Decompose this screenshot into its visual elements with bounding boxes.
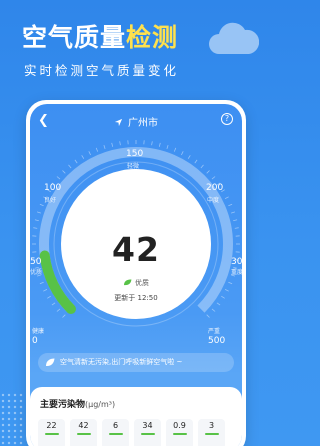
scale-label: 严重 [208,328,221,335]
pollutant-level-bar [76,433,91,435]
gauge-tick [56,176,61,180]
aqi-level-label: 优质 [135,279,149,287]
scale-value: 500 [208,336,226,346]
gauge-tick [206,314,210,318]
app-screen: ❮ 广州市 ? 0健康50优质100良好150轻微200中度300重度500严重… [30,104,242,446]
gauge-tick [234,227,239,229]
pollutant-card[interactable]: 34 [134,419,161,446]
gauge-tick [173,147,177,152]
pollutant-value: 34 [142,421,153,430]
pollutant-value: 0.9 [173,421,186,430]
pollutant-level-bar [140,433,155,435]
pollutant-card[interactable]: 22 [38,419,65,446]
gauge-tick [74,159,78,164]
leaf-icon [124,279,132,286]
pollutant-level-bar [44,433,59,435]
pollutant-card[interactable]: 42 [70,419,97,446]
gauge-tick [166,144,169,150]
gauge-tick [224,289,229,292]
scale-label: 轻微 [127,163,140,170]
gauge-tick [211,308,216,312]
pollutants-panel: 主要污染物(μg/m³) 22 42 6 34 0.9 3 [30,387,242,446]
gauge-tick [200,164,204,169]
gauge-tick [68,164,72,169]
gauge-tick [187,155,191,159]
gauge-tick [33,227,38,229]
aqi-level: 优质 [30,278,242,288]
scale-value: 100 [44,183,62,193]
gauge-tick [95,147,99,152]
pollutant-level-bar [108,433,123,435]
dots-decoration [0,392,24,446]
tip-text: 空气清新无污染,出门呼吸新鲜空气啦 ~ [60,358,183,366]
pollutants-title: 主要污染物(μg/m³) [40,397,115,410]
pollutants-title-text: 主要污染物 [40,400,86,410]
promo-subtitle: 实时检测空气质量变化 [24,63,180,78]
pollutant-card[interactable]: 0.9 [166,419,193,446]
scale-value: 200 [206,183,224,193]
gauge-tick [228,203,233,207]
gauge-tick [233,219,238,222]
gauge-tick [119,141,121,146]
gauge-tick [151,141,153,146]
gauge-tick [211,176,216,180]
pollutant-value: 42 [78,421,89,430]
scale-label: 中度 [207,197,220,204]
pollutant-cards: 22 42 6 34 0.9 3 [38,419,242,446]
gauge-tick [88,151,91,156]
gauge-tick [181,151,184,156]
pollutants-unit: (μg/m³) [85,400,116,409]
gauge-tick [39,203,44,207]
pollutant-level-bar [204,433,219,435]
promo-title-main: 空气质量 [22,23,127,52]
gauge-tick [194,159,198,164]
scale-label: 良好 [44,197,57,204]
gauge-tick [43,289,48,292]
gauge-tick [51,302,56,306]
promo-title: 空气质量检测 [22,18,178,54]
gauge-tick [56,308,61,312]
pollutant-value: 22 [46,421,57,430]
leaf-icon [46,358,55,367]
gauge-tick [81,155,85,159]
cloud-icon [209,22,259,54]
gauge-tick [36,211,42,214]
pollutant-level-bar [172,433,187,435]
pollutant-value: 6 [112,421,119,430]
gauge-tick [34,219,39,222]
tip-banner[interactable]: 空气清新无污染,出门呼吸新鲜空气啦 ~ [38,353,234,372]
gauge-tick [103,144,106,150]
gauge-tick [62,170,66,174]
gauge-tick [216,302,221,306]
scale-value: 150 [126,149,144,159]
pollutant-card[interactable]: 3 [198,419,225,446]
scale-value: 0 [32,336,38,346]
gauge-tick [224,196,229,199]
gauge-tick [230,211,236,214]
scale-label: 健康 [32,328,45,335]
phone-mockup: ❮ 广州市 ? 0健康50优质100良好150轻微200中度300重度500严重… [26,100,246,446]
gauge-tick [206,170,210,174]
gauge-tick [111,142,114,147]
gauge-tick [158,142,161,147]
pollutant-value: 3 [208,421,215,430]
promo-title-highlight: 检测 [126,23,179,52]
aqi-value: 42 [112,230,160,269]
gauge-tick [62,314,66,318]
update-time: 更新于 12:50 [114,294,158,302]
pollutant-card[interactable]: 6 [102,419,129,446]
